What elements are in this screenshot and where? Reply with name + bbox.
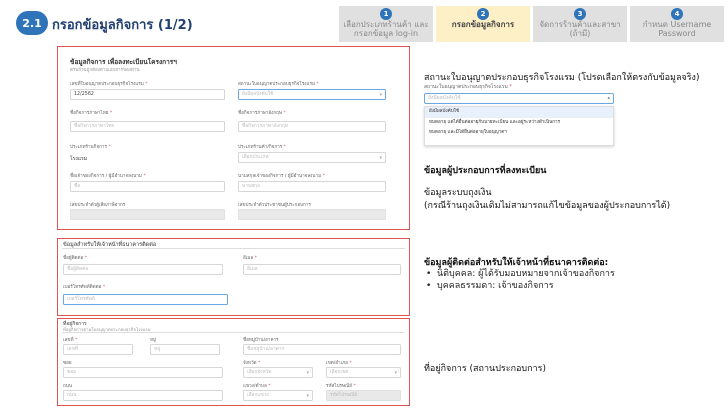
district-select[interactable]: เลือกเขต: [326, 367, 401, 378]
subdistrict-select[interactable]: เลือกแขวง: [243, 390, 313, 401]
step-4[interactable]: 4 กำหนด Username Password: [630, 6, 724, 42]
contact-name-label: ชื่อผู้ติดต่อ *: [63, 256, 88, 261]
subdistrict-label: แขวง/ตำบล *: [243, 384, 271, 389]
wallet-note-line1: ข้อมูลระบบถุงเงิน: [424, 188, 492, 198]
step-number: 1: [380, 8, 392, 20]
section-number-badge: 2.1: [16, 11, 48, 35]
step-2-active[interactable]: 2 กรอกข้อมูลกิจการ: [436, 6, 530, 42]
dropdown-label: สถานะใบอนุญาตประกอบธุรกิจโรงแรม *: [424, 84, 512, 90]
step-1[interactable]: 1 เลือกประเภทร้านค้า และกรอกข้อมูล log-i…: [339, 6, 433, 42]
license-status-dropdown[interactable]: ยังมีผลบังคับใช้: [424, 93, 614, 104]
divider: [62, 248, 405, 249]
building-label: ชื่อหมู่บ้าน/อาคาร: [243, 338, 279, 343]
dropdown-option[interactable]: ยังมีผลบังคับใช้: [425, 107, 613, 118]
divider: [62, 332, 405, 333]
license-status-dropdown-example: สถานะใบอนุญาตประกอบธุรกิจโรงแรม * ยังมีผ…: [424, 83, 614, 155]
dropdown-option[interactable]: หมดอายุ แต่ได้ยื่นต่ออายุกับนายทะเบียน แ…: [425, 118, 613, 129]
form-subtitle: ครบถ้วนถูกต้องตามเอกสารของท่าน: [70, 68, 140, 73]
moo-input[interactable]: หมู่: [150, 344, 220, 355]
contact-phone-label: เบอร์โทรศัพท์ติดต่อ *: [63, 285, 106, 290]
registrant-note-title: ข้อมูลผู้ประกอบการที่ลงทะเบียน: [424, 166, 547, 176]
business-info-form: ข้อมูลกิจการ เพื่อลงทะเบียนโครงการฯ ครบถ…: [57, 46, 410, 230]
id-card-label: เลขประจำตัวประชาชนผู้ประกอบการ: [238, 203, 311, 208]
soi-input[interactable]: ซอย: [63, 367, 223, 378]
moo-label: หมู่: [150, 338, 157, 343]
district-label: เขต/อำเภอ *: [326, 361, 352, 366]
progress-steps: 1 เลือกประเภทร้านค้า และกรอกข้อมูล log-i…: [339, 6, 724, 42]
business-name-en-label: ชื่อกิจการภาษาอังกฤษ *: [238, 111, 286, 116]
step-number: 2: [477, 8, 489, 20]
business-name-en-input[interactable]: ชื่อกิจการภาษาอังกฤษ: [238, 121, 386, 132]
wallet-note-line2: (กรณีร้านถุงเงินเดิมไม่สามารถแก้ไขข้อมูล…: [424, 201, 671, 211]
business-type-value: โรงแรม: [70, 156, 88, 162]
owner-surname-input[interactable]: นามสกุล: [238, 181, 386, 192]
id-card-input: [238, 209, 386, 220]
house-no-input[interactable]: เลขที่: [63, 344, 133, 355]
province-label: จังหวัด *: [243, 361, 261, 366]
business-category-select[interactable]: เลือกประเภท: [238, 152, 386, 163]
step-label: กำหนด Username Password: [642, 20, 712, 38]
address-note: ที่อยู่กิจการ (สถานประกอบการ): [424, 364, 546, 374]
contact-email-label: อีเมล *: [243, 256, 257, 261]
step-label: กรอกข้อมูลกิจการ: [451, 20, 515, 29]
business-name-th-label: ชื่อกิจการภาษาไทย *: [70, 111, 113, 116]
step-label: เลือกประเภทร้านค้า และกรอกข้อมูล log-in: [343, 20, 429, 38]
business-type-label: ประเภทร้านกิจการ *: [70, 145, 111, 150]
bank-contact-form: ข้อมูลสำหรับให้เจ้าหน้าที่ธนาคารติดต่อ ช…: [57, 238, 410, 316]
road-label: ถนน: [63, 384, 73, 389]
province-select[interactable]: เลือกจังหวัด: [243, 367, 313, 378]
contact-email-input[interactable]: อีเมล: [243, 264, 401, 275]
business-name-th-input[interactable]: ชื่อกิจการภาษาไทย: [70, 121, 225, 132]
tax-id-label: เลขประจำตัวผู้เสียภาษีอากร: [70, 203, 126, 208]
owner-surname-label: นามสกุลเจ้าของกิจการ / ผู้มีอำนาจลงนาม *: [238, 174, 325, 179]
building-input[interactable]: ชื่อหมู่บ้าน/อาคาร: [243, 344, 401, 355]
contact-note-title: ข้อมูลผู้ติดต่อสำหรับให้เจ้าหน้าที่ธนาคา…: [424, 258, 609, 268]
contact-phone-input[interactable]: เบอร์โทรศัพท์: [63, 294, 228, 305]
soi-label: ซอย: [63, 361, 72, 366]
step-label: จัดการร้านค้าและสาขา (ถ้ามี): [539, 20, 621, 38]
license-status-select[interactable]: ยังมีผลบังคับใช้: [238, 89, 386, 100]
road-input[interactable]: ถนน: [63, 390, 223, 401]
business-address-form: ที่อยู่กิจการ ที่อยู่กิจการตามใบอนุญาตปร…: [57, 318, 410, 406]
owner-name-label: ชื่อเจ้าของกิจการ / ผู้มีอำนาจลงนาม *: [70, 174, 146, 179]
page-title: กรอกข้อมูลกิจการ (1/2): [52, 18, 193, 33]
contact-note-list: นิติบุคคล: ผู้ได้รับมอบหมายจากเจ้าของกิจ…: [424, 268, 615, 292]
business-category-label: ประเภทร้านค้า/กิจการ *: [238, 145, 286, 150]
license-status-note: สถานะใบอนุญาตประกอบธุรกิจโรงแรม (โปรดเลื…: [424, 73, 700, 83]
owner-name-input[interactable]: ชื่อ: [70, 181, 225, 192]
contact-name-input[interactable]: ชื่อผู้ติดต่อ: [63, 264, 223, 275]
step-number: 3: [574, 8, 586, 20]
license-no-label: เลขที่ใบอนุญาตประกอบธุรกิจโรงแรม *: [70, 82, 148, 87]
dropdown-option[interactable]: หมดอายุ และมิได้ยื่นต่ออายุใบอนุญาตฯ: [425, 128, 613, 139]
license-no-input[interactable]: 12/2562: [70, 89, 225, 100]
list-item: บุคคลธรรมดา: เจ้าของกิจการ: [424, 280, 615, 292]
list-item: นิติบุคคล: ผู้ได้รับมอบหมายจากเจ้าของกิจ…: [424, 268, 615, 280]
step-3[interactable]: 3 จัดการร้านค้าและสาขา (ถ้ามี): [533, 6, 627, 42]
house-no-label: เลขที่ *: [63, 338, 78, 343]
tax-id-input: [70, 209, 225, 220]
step-number: 4: [671, 8, 683, 20]
postcode-input: รหัสไปรษณีย์: [326, 390, 401, 401]
dropdown-options-list: ยังมีผลบังคับใช้ หมดอายุ แต่ได้ยื่นต่ออา…: [424, 106, 614, 146]
license-status-label: สถานะใบอนุญาตประกอบธุรกิจโรงแรม *: [238, 82, 319, 87]
postcode-label: รหัสไปรษณีย์ *: [326, 384, 356, 389]
